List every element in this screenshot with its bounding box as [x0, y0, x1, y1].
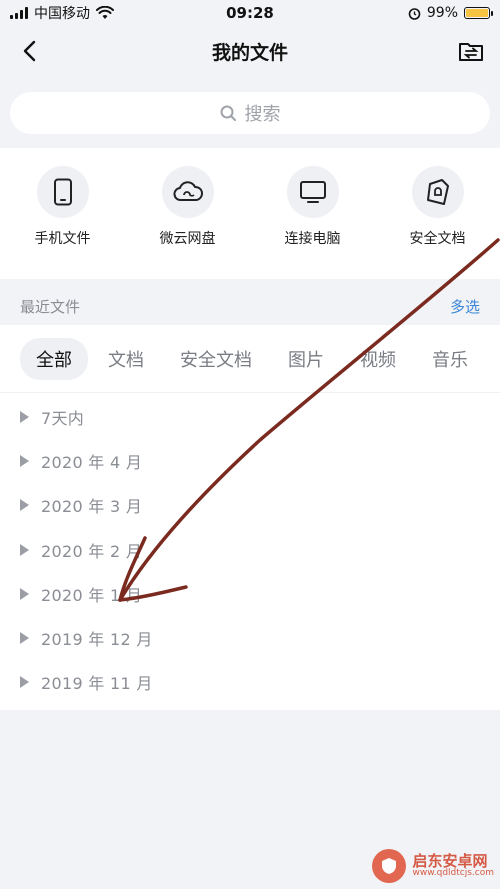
group-label: 2019 年 12 月 [41, 630, 153, 650]
phone-icon [53, 178, 72, 206]
search-input[interactable]: 搜索 [10, 92, 490, 134]
group-row[interactable]: 2019 年 11 月 [0, 660, 500, 704]
tab-music[interactable]: 音乐 [416, 338, 484, 380]
wifi-icon [96, 6, 114, 19]
secure-doc-icon [426, 179, 449, 205]
recent-title: 最近文件 [20, 298, 81, 316]
search-icon [220, 105, 236, 121]
group-label: 2020 年 2 月 [41, 541, 143, 561]
page-title: 我的文件 [211, 41, 288, 64]
search-placeholder: 搜索 [244, 104, 281, 125]
carrier-label: 中国移动 [34, 6, 90, 22]
status-time: 09:28 [226, 4, 274, 22]
file-groups: 7天内 2020 年 4 月 2020 年 3 月 2020 年 2 月 202… [0, 393, 500, 711]
quick-action-icon-wrap [161, 166, 214, 218]
tab-secure-documents[interactable]: 安全文档 [164, 338, 268, 380]
status-bar: 中国移动 09:28 99% [0, 0, 500, 26]
group-row[interactable]: 2020 年 3 月 [0, 483, 500, 527]
tab-documents[interactable]: 文档 [92, 338, 160, 380]
back-chevron-icon [23, 40, 36, 62]
watermark-url: www.qdldtcjs.com [412, 868, 494, 879]
group-row[interactable]: 2020 年 1 月 [0, 572, 500, 616]
expand-triangle-icon [20, 411, 29, 424]
tab-videos[interactable]: 视频 [344, 338, 412, 380]
quick-actions: 手机文件 微云网盘 连接电脑 安全文档 [0, 148, 500, 279]
group-label: 7天内 [41, 409, 85, 429]
expand-triangle-icon [20, 455, 29, 468]
status-left: 中国移动 [10, 3, 114, 23]
quick-action-connect-pc[interactable]: 连接电脑 [263, 166, 363, 279]
quick-action-icon-wrap [286, 166, 339, 218]
expand-triangle-icon [20, 676, 29, 689]
quick-action-label: 安全文档 [409, 231, 466, 247]
recent-header: 最近文件 多选 [0, 279, 500, 325]
monitor-icon [299, 181, 326, 203]
cloud-icon [173, 181, 203, 201]
quick-action-label: 微云网盘 [159, 231, 216, 247]
expand-triangle-icon [20, 632, 29, 645]
group-label: 2019 年 11 月 [41, 674, 153, 694]
file-type-tabs: 全部 文档 安全文档 图片 视频 音乐 [0, 325, 500, 393]
quick-action-label: 手机文件 [34, 231, 91, 247]
multi-select-button[interactable]: 多选 [450, 296, 480, 317]
watermark-title: 启东安卓网 [412, 851, 488, 870]
quick-action-label: 连接电脑 [284, 231, 341, 247]
signal-icon [10, 7, 28, 19]
quick-action-weiyun[interactable]: 微云网盘 [138, 166, 238, 279]
group-label: 2020 年 1 月 [41, 585, 143, 605]
quick-action-secure-docs[interactable]: 安全文档 [388, 166, 488, 279]
group-row[interactable]: 2020 年 2 月 [0, 528, 500, 572]
back-button[interactable] [14, 34, 44, 68]
watermark: 启东安卓网 www.qdldtcjs.com [372, 849, 494, 883]
status-right: 99% [408, 5, 493, 21]
quick-action-icon-wrap [36, 166, 89, 218]
watermark-logo-icon [372, 849, 407, 883]
group-label: 2020 年 4 月 [41, 453, 143, 473]
battery-icon [464, 7, 493, 19]
tab-images[interactable]: 图片 [272, 338, 340, 380]
group-label: 2020 年 3 月 [41, 497, 143, 517]
expand-triangle-icon [20, 587, 29, 600]
watermark-text: 启东安卓网 www.qdldtcjs.com [412, 853, 494, 879]
expand-triangle-icon [20, 543, 29, 556]
file-transfer-icon [459, 43, 483, 61]
group-row[interactable]: 2019 年 12 月 [0, 616, 500, 660]
quick-action-icon-wrap [411, 166, 464, 218]
alarm-icon [408, 7, 421, 20]
shield-logo-icon [382, 858, 397, 874]
tab-all[interactable]: 全部 [20, 337, 88, 380]
search-wrap: 搜索 [0, 76, 500, 148]
group-row[interactable]: 7天内 [0, 395, 500, 439]
expand-triangle-icon [20, 499, 29, 512]
nav-bar: 我的文件 [0, 26, 500, 76]
file-transfer-button[interactable] [456, 36, 486, 66]
quick-action-phone-files[interactable]: 手机文件 [13, 166, 113, 279]
battery-percent: 99% [426, 5, 458, 21]
group-row[interactable]: 2020 年 4 月 [0, 439, 500, 483]
